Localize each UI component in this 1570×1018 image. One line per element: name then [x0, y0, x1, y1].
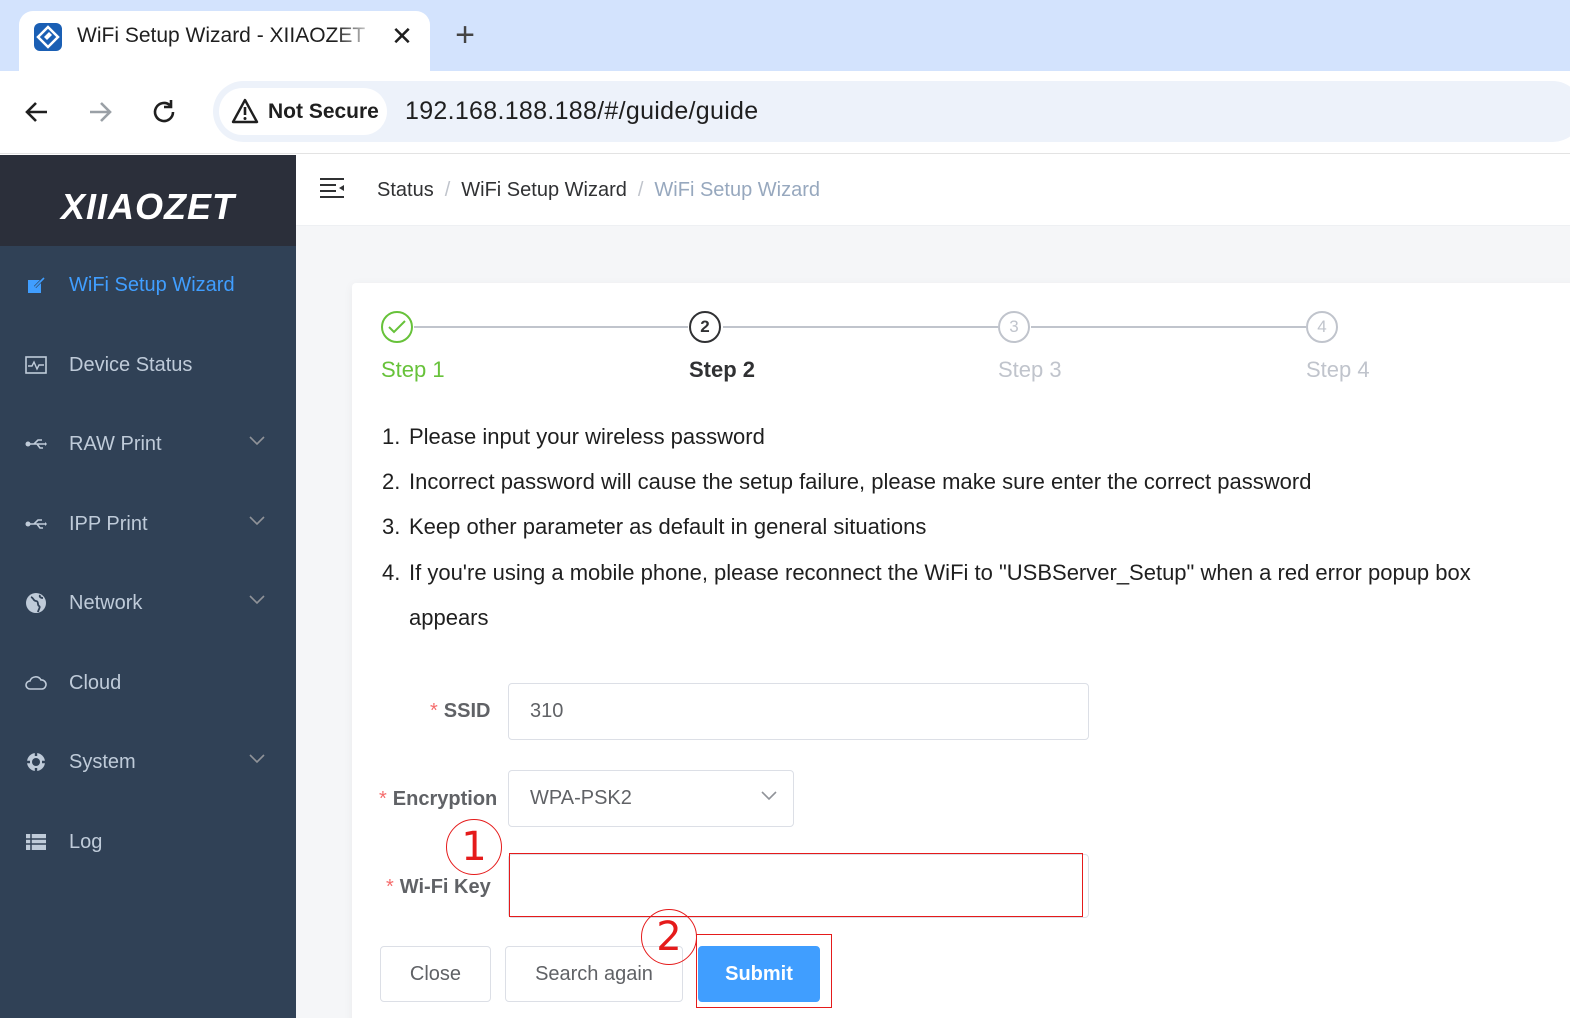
- instruction-item: 2. Incorrect password will cause the setu…: [382, 469, 1312, 494]
- sidebar-item-raw-print[interactable]: RAW Print: [0, 405, 296, 484]
- sidebar-item-label: System: [69, 751, 136, 773]
- encryption-selected-value: WPA-PSK2: [530, 787, 632, 809]
- step-3-title: Step 3: [998, 357, 1062, 382]
- sidebar-item-label: Device Status: [69, 354, 193, 376]
- breadcrumb-item-current: WiFi Setup Wizard: [654, 179, 821, 201]
- breadcrumb-separator: /: [637, 179, 644, 201]
- instruction-item: 1. Please input your wireless password: [382, 424, 765, 449]
- hamburger-menu-icon[interactable]: [319, 177, 345, 199]
- sidebar-item-label: Network: [69, 592, 143, 614]
- step-1-title: Step 1: [381, 357, 445, 382]
- edit-icon: [24, 274, 48, 296]
- step-1-circle: [381, 311, 413, 343]
- step-2-circle: 2: [689, 311, 721, 343]
- sidebar-item-label: RAW Print: [69, 433, 162, 455]
- sidebar-item-network[interactable]: Network: [0, 564, 296, 643]
- step-4-title: Step 4: [1306, 357, 1370, 382]
- close-button[interactable]: Close: [380, 946, 491, 1002]
- instruction-item: 4. If you're using a mobile phone, please…: [382, 560, 1471, 585]
- tab-title: WiFi Setup Wizard - XIIAOZET: [77, 24, 366, 47]
- browser-tab[interactable]: WiFi Setup Wizard - XIIAOZET ✕: [19, 11, 430, 71]
- chevron-down-icon: [249, 516, 265, 526]
- security-indicator[interactable]: Not Secure: [219, 88, 387, 135]
- instruction-item: 3. Keep other parameter as default in gen…: [382, 514, 927, 539]
- sidebar-item-label: Cloud: [69, 672, 122, 694]
- step-connector: [723, 326, 998, 328]
- sidebar-item-label: WiFi Setup Wizard: [69, 274, 235, 296]
- globe-icon: [24, 592, 48, 614]
- top-navbar: Status / WiFi Setup Wizard / WiFi Setup Wiza…: [296, 155, 1570, 226]
- warning-icon: [231, 98, 259, 124]
- security-label: Not Secure: [268, 100, 379, 123]
- arrow-right-icon: [90, 102, 112, 122]
- forward-button[interactable]: [80, 92, 120, 132]
- sidebar: XIIAOZET WiFi Setup Wizard Device Status…: [0, 155, 296, 1018]
- step-3-circle: 3: [998, 311, 1030, 343]
- chevron-down-icon: [249, 436, 265, 446]
- sidebar-item-cloud[interactable]: Cloud: [0, 644, 296, 723]
- reload-icon: [153, 100, 175, 123]
- arrow-left-icon: [25, 102, 47, 122]
- list-icon: [24, 831, 48, 853]
- reload-button[interactable]: [144, 92, 184, 132]
- tab-close-icon[interactable]: ✕: [389, 21, 415, 51]
- logo: XIIAOZET: [0, 155, 296, 246]
- new-tab-button[interactable]: +: [450, 17, 480, 53]
- sidebar-item-wifi-setup-wizard[interactable]: WiFi Setup Wizard: [0, 246, 296, 325]
- breadcrumb-item-wifi-setup[interactable]: WiFi Setup Wizard: [461, 179, 627, 201]
- breadcrumb: Status / WiFi Setup Wizard / WiFi Setup Wiza…: [377, 177, 820, 203]
- annotation-highlight-submit: [696, 934, 832, 1008]
- encryption-label: * Encryption: [379, 788, 498, 810]
- usb-icon: [24, 513, 48, 535]
- check-icon: [388, 320, 406, 334]
- sidebar-item-label: Log: [69, 831, 103, 853]
- wifi-key-label: * Wi-Fi Key: [386, 876, 491, 898]
- back-button[interactable]: [17, 92, 57, 132]
- address-bar[interactable]: Not Secure 192.168.188.188/#/guide/guide: [213, 81, 1570, 142]
- sidebar-item-ipp-print[interactable]: IPP Print: [0, 485, 296, 564]
- annotation-marker-1: 1: [446, 819, 502, 875]
- step-connector: [414, 326, 688, 328]
- breadcrumb-separator: /: [444, 179, 451, 201]
- monitor-icon: [24, 354, 48, 376]
- usb-icon: [24, 433, 48, 455]
- annotation-highlight-wifi-key: [509, 853, 1083, 917]
- ssid-label: * SSID: [430, 700, 491, 722]
- gear-icon: [24, 751, 48, 773]
- sidebar-item-device-status[interactable]: Device Status: [0, 326, 296, 405]
- cloud-icon: [24, 672, 48, 694]
- chevron-down-icon: [761, 791, 777, 801]
- encryption-select[interactable]: WPA-PSK2: [508, 770, 794, 827]
- browser-toolbar: Not Secure 192.168.188.188/#/guide/guide: [0, 71, 1570, 154]
- step-4-circle: 4: [1306, 311, 1338, 343]
- site-favicon-icon: [34, 23, 62, 51]
- breadcrumb-item-status[interactable]: Status: [377, 179, 434, 201]
- chevron-down-icon: [249, 754, 265, 764]
- browser-tab-strip: WiFi Setup Wizard - XIIAOZET ✕ +: [0, 0, 1570, 71]
- sidebar-item-log[interactable]: Log: [0, 803, 296, 882]
- annotation-marker-2: 2: [641, 909, 697, 965]
- ssid-input[interactable]: 310: [508, 683, 1089, 740]
- step-2-title: Step 2: [689, 357, 756, 382]
- logo-text: XIIAOZET: [60, 186, 235, 227]
- instruction-item-continuation: appears: [409, 605, 489, 630]
- sidebar-item-label: IPP Print: [69, 513, 148, 535]
- chevron-down-icon: [249, 595, 265, 605]
- sidebar-item-system[interactable]: System: [0, 723, 296, 802]
- url-text[interactable]: 192.168.188.188/#/guide/guide: [405, 96, 758, 126]
- step-connector: [1031, 326, 1306, 328]
